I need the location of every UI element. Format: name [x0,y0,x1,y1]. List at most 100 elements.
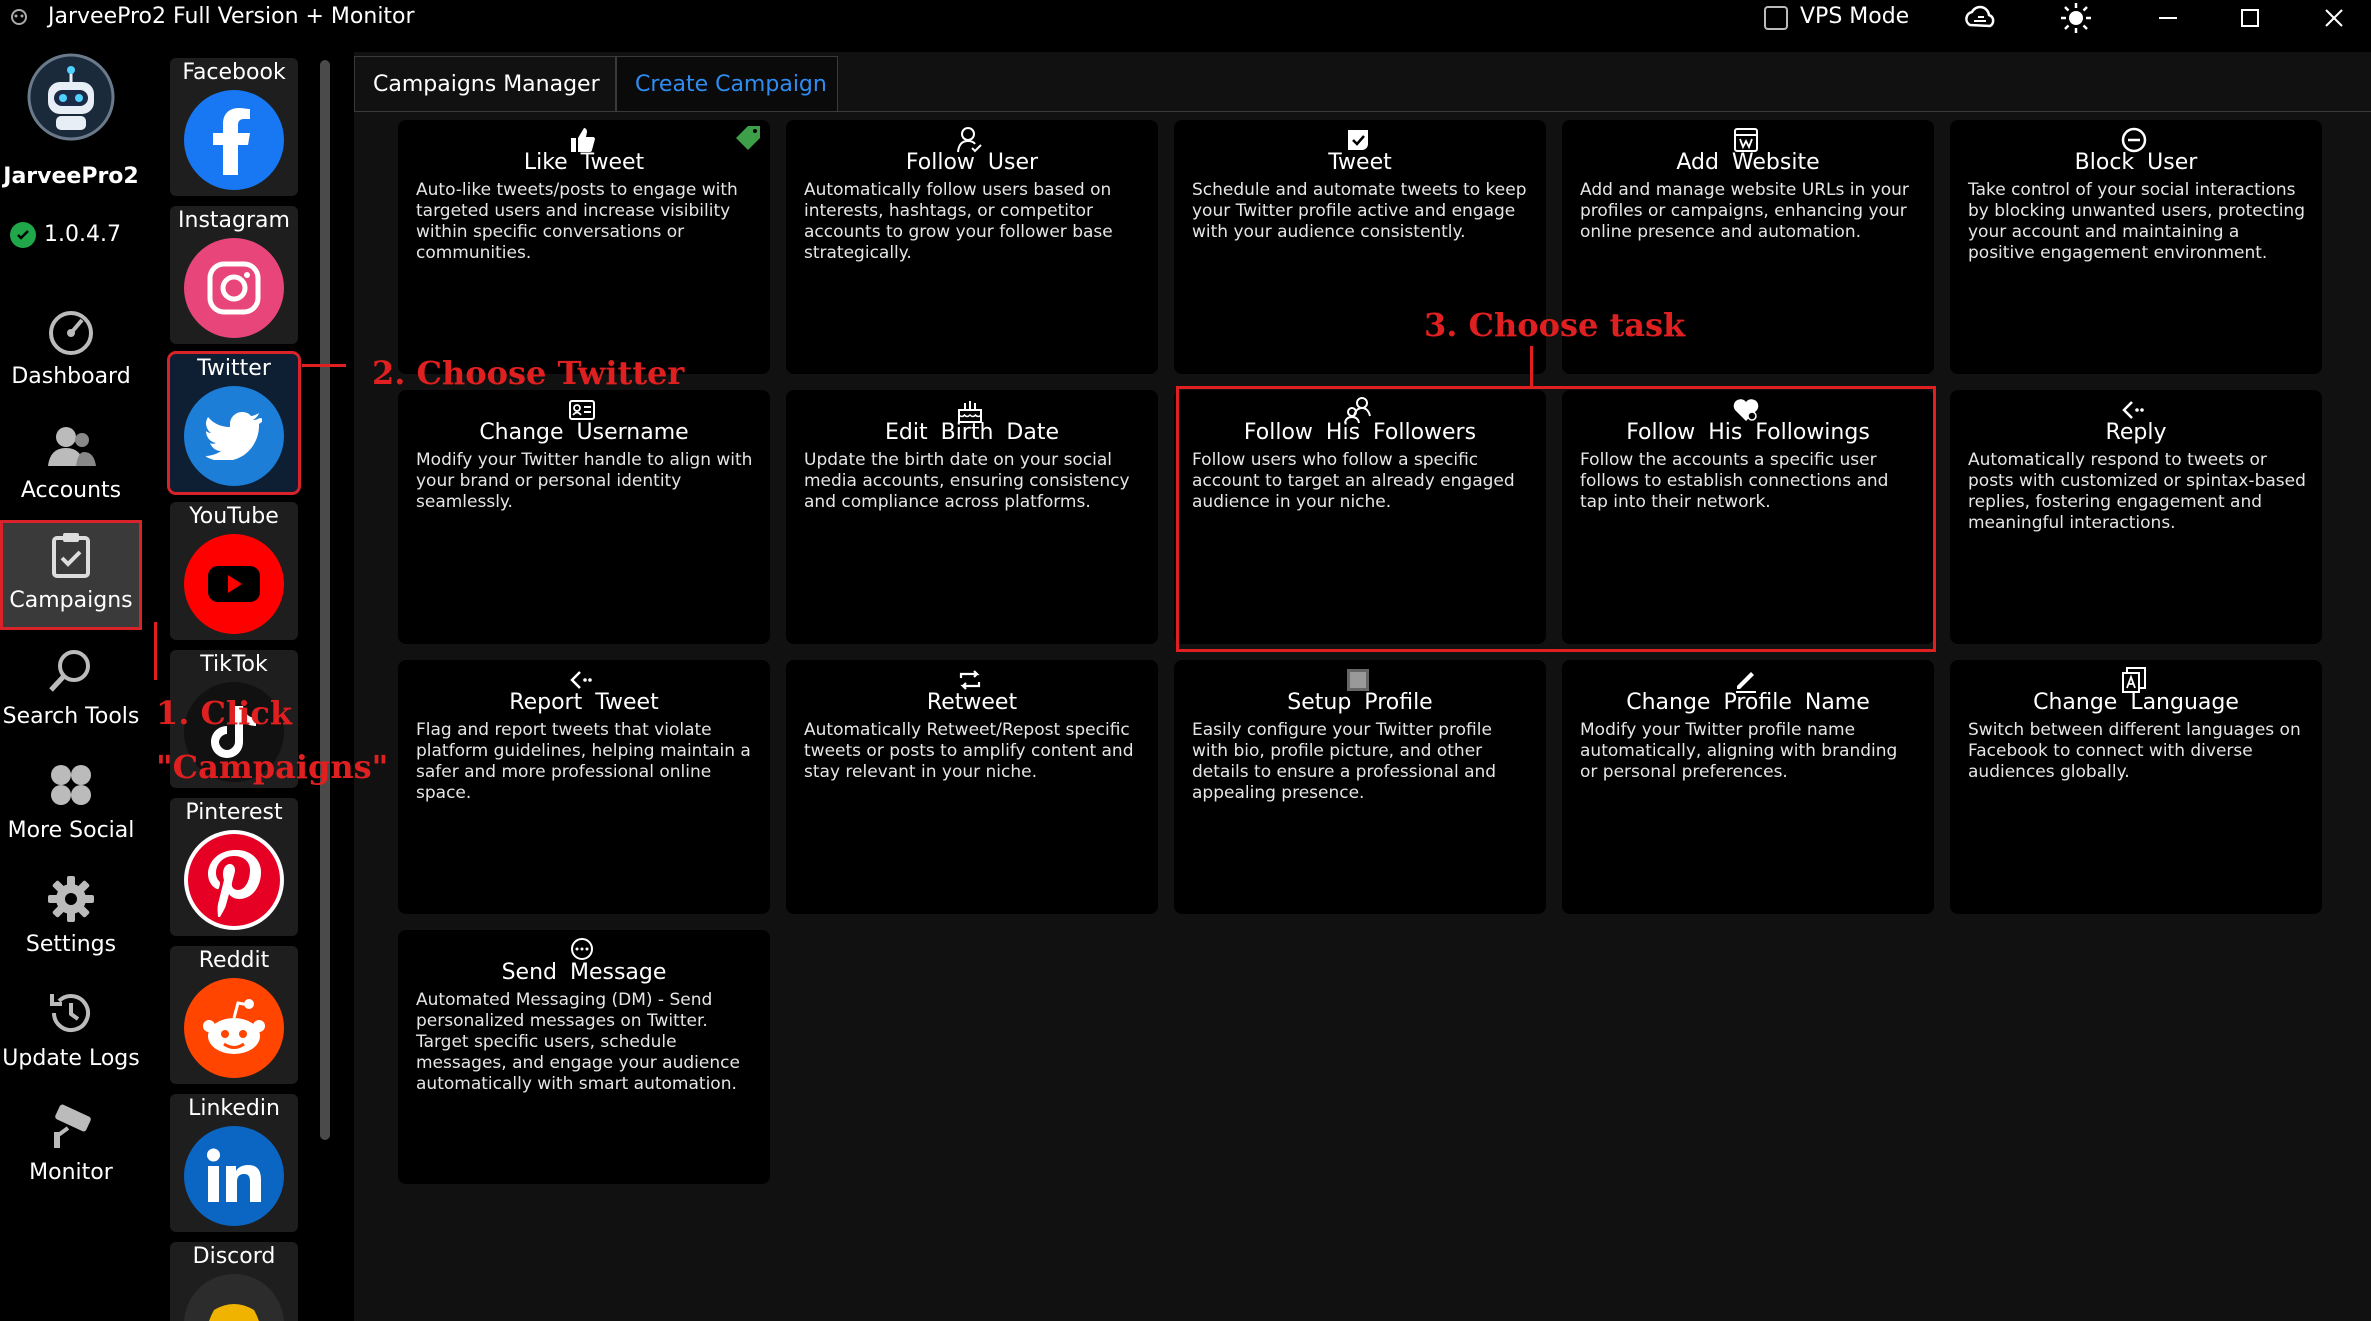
nav-label: Dashboard [11,364,131,389]
twitter-icon [184,386,284,486]
campaigns-icon [52,533,90,578]
nav-update-logs[interactable]: Update Logs [0,978,142,1088]
pinterest-icon [184,830,284,930]
task-title: Change Profile Name [1626,690,1870,715]
task-card-retweet[interactable]: Retweet Automatically Retweet/Repost spe… [786,660,1158,914]
nav-monitor[interactable]: Monitor [0,1092,142,1202]
nav-label: Update Logs [2,1046,140,1071]
minimize-icon[interactable] [2148,2,2188,34]
social-label: TikTok [200,652,268,677]
task-description: Update the birth date on your social med… [804,450,1130,512]
monitor-icon [54,1104,91,1148]
task-description: Add and manage website URLs in your prof… [1580,180,1909,242]
nav-label: Search Tools [2,704,140,729]
nav-label: More Social [7,818,135,843]
task-description: Schedule and automate tweets to keep you… [1192,180,1527,242]
brightness-icon[interactable] [2056,2,2096,34]
task-card-block-user[interactable]: Block User Take control of your social i… [1950,120,2322,374]
nav-label: Settings [25,932,117,957]
task-description: Automated Messaging (DM) - Send personal… [416,990,740,1094]
robot-avatar-icon [27,53,115,141]
social-item-pinterest[interactable]: Pinterest [170,798,298,936]
facebook-icon [184,90,284,190]
task-description: Modify your Twitter handle to align with… [416,450,753,512]
annotation-connector-2 [302,364,346,367]
task-card-setup-profile[interactable]: Setup Profile Easily configure your Twit… [1174,660,1546,914]
social-label: Twitter [197,356,271,381]
task-card-change-username[interactable]: Change Username Modify your Twitter hand… [398,390,770,644]
maximize-icon[interactable] [2230,2,2270,34]
close-icon[interactable] [2314,2,2354,34]
vps-mode-checkbox[interactable] [1764,6,1788,30]
task-title: Send Message [501,960,667,985]
nav-dashboard[interactable]: Dashboard [0,296,142,406]
annotation-step1-line1: 1. Click [156,694,292,732]
linkedin-icon [184,1126,284,1226]
task-description: Automatically respond to tweets or posts… [1968,450,2306,533]
task-title: Follow User [905,150,1039,175]
dashboard-icon [49,311,93,355]
social-item-facebook[interactable]: Facebook [170,58,298,196]
task-card-reply[interactable]: Reply Automatically respond to tweets or… [1950,390,2322,644]
social-label: Linkedin [188,1096,280,1121]
main-panel: Campaigns Manager Create Campaign Like T… [354,52,2371,1321]
social-item-instagram[interactable]: Instagram [170,206,298,344]
task-description: Automatically Retweet/Repost specific tw… [804,720,1134,782]
social-label: Instagram [178,208,290,233]
discord-icon [184,1274,284,1321]
social-item-discord[interactable]: Discord [170,1242,298,1321]
task-description: Flag and report tweets that violate plat… [416,720,751,803]
social-list-scrollbar[interactable] [320,60,330,1140]
task-title: Change Language [2033,690,2239,715]
task-card-edit-birth-date[interactable]: Edit Birth Date Update the birth date on… [786,390,1158,644]
task-card-report-tweet[interactable]: Report Tweet Flag and report tweets that… [398,660,770,914]
nav-search-tools[interactable]: Search Tools [0,636,142,746]
task-title: Like Tweet [523,150,645,175]
instagram-icon [184,238,284,338]
annotation-connector-3 [1530,346,1533,386]
annotation-task-highlight [1176,386,1936,652]
accounts-icon [48,427,96,466]
tab-create-campaign[interactable]: Create Campaign [616,56,838,112]
tab-divider [354,111,2371,112]
task-description: Switch between different languages on Fa… [1968,720,2301,782]
social-item-linkedin[interactable]: Linkedin [170,1094,298,1232]
social-item-reddit[interactable]: Reddit [170,946,298,1084]
task-title: Block User [2074,150,2198,175]
social-item-twitter[interactable]: Twitter [167,351,301,495]
cloud-sync-icon[interactable] [1960,2,2000,34]
left-nav: JarveePro2 1.0.4.7 Dashboard Accounts Ca… [0,36,154,1321]
task-title: Setup Profile [1287,690,1433,715]
brand-name: JarveePro2 [3,164,139,189]
search-icon [49,650,90,692]
social-label: Pinterest [185,800,283,825]
nav-accounts[interactable]: Accounts [0,410,142,520]
task-card-like-tweet[interactable]: Like Tweet Auto-like tweets/posts to eng… [398,120,770,374]
task-card-change-profile-name[interactable]: Change Profile Name Modify your Twitter … [1562,660,1934,914]
task-description: Take control of your social interactions… [1968,180,2305,263]
nav-label: Monitor [29,1160,113,1185]
nav-more-social[interactable]: More Social [0,750,142,860]
task-description: Automatically follow users based on inte… [804,180,1113,263]
task-card-follow-user[interactable]: Follow User Automatically follow users b… [786,120,1158,374]
app-logo-icon [11,9,27,25]
update-logs-icon [50,994,90,1033]
gear-icon [48,876,94,922]
task-title: Tweet [1328,150,1392,175]
nav-campaigns[interactable]: Campaigns [0,520,142,630]
tab-campaigns-manager[interactable]: Campaigns Manager [354,56,616,112]
task-title: Add Website [1676,150,1820,175]
more-social-icon [51,765,91,805]
task-title: Report Tweet [509,690,659,715]
task-card-send-message[interactable]: Send Message Automated Messaging (DM) - … [398,930,770,1184]
social-item-youtube[interactable]: YouTube [170,502,298,640]
social-label: YouTube [189,504,279,529]
annotation-step3: 3. Choose task [1424,306,1686,344]
task-card-change-language[interactable]: Change Language Switch between different… [1950,660,2322,914]
check-icon [10,222,36,248]
version-label: 1.0.4.7 [44,222,121,247]
task-title: Change Username [479,420,689,445]
vps-mode-label[interactable]: VPS Mode [1800,4,1909,29]
nav-settings[interactable]: Settings [0,864,142,974]
nav-label: Accounts [20,478,122,503]
